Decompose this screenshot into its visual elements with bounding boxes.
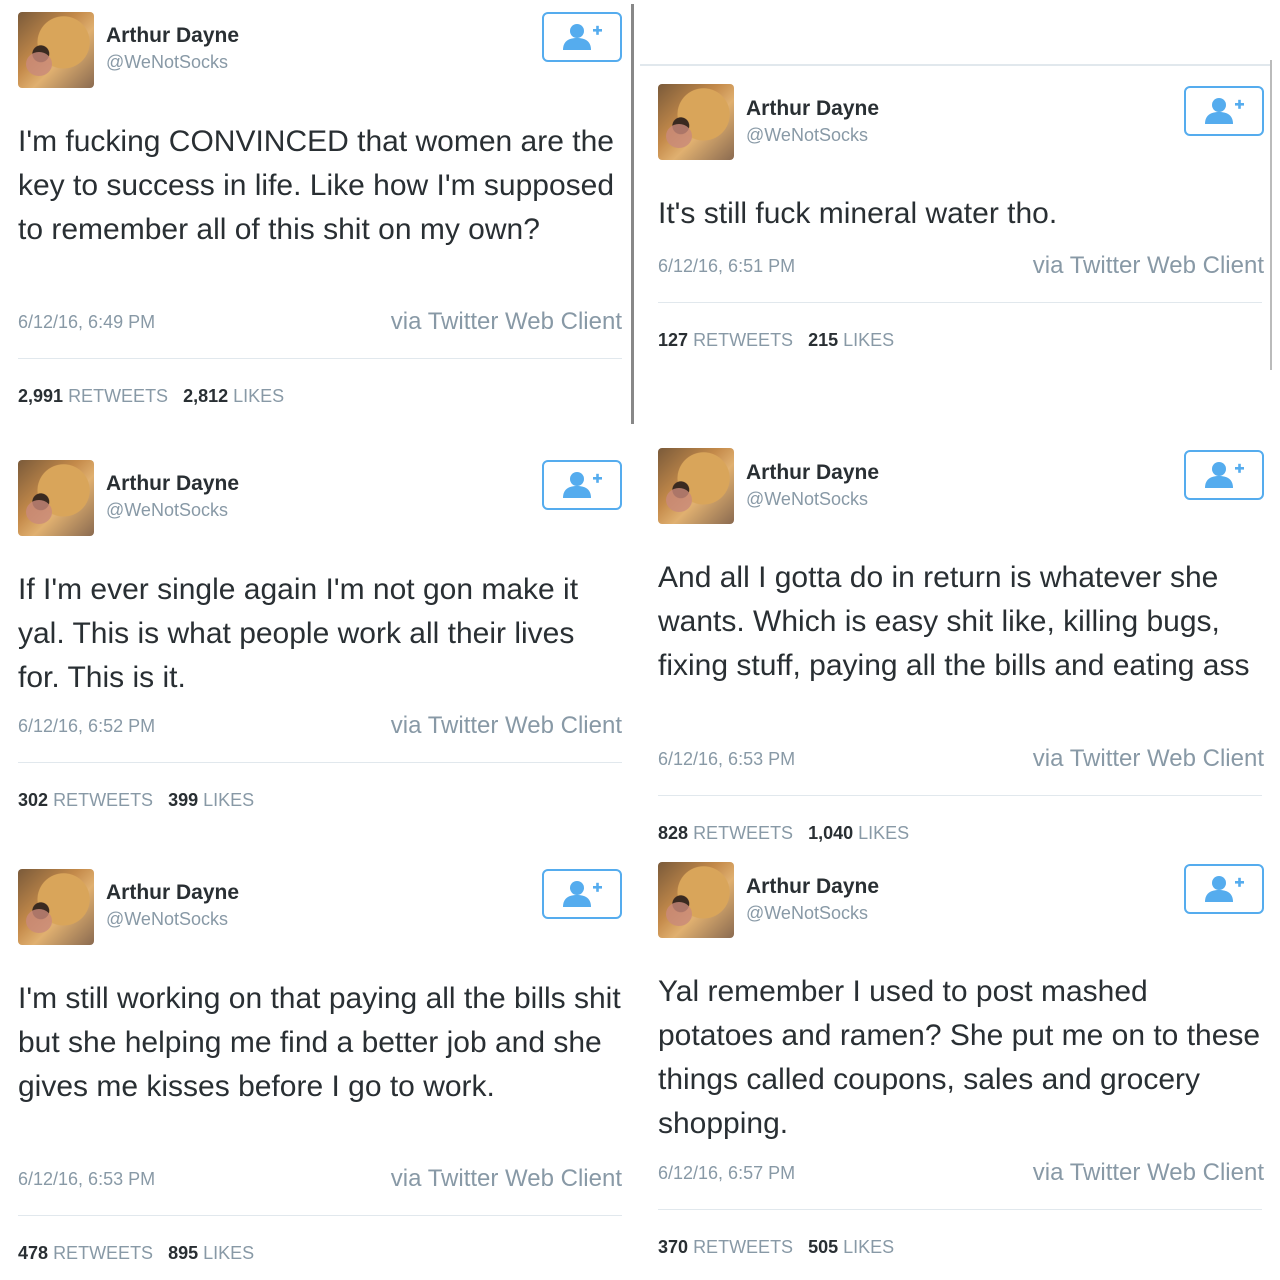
retweets-label[interactable]: RETWEETS xyxy=(53,790,153,810)
panel-divider xyxy=(640,64,1270,66)
retweet-count[interactable]: 302 xyxy=(18,790,48,810)
tweet-timestamp[interactable]: 6/12/16, 6:53 PM xyxy=(658,749,795,770)
tweet-source[interactable]: via Twitter Web Client xyxy=(1033,252,1264,280)
tweet-timestamp[interactable]: 6/12/16, 6:57 PM xyxy=(658,1163,795,1184)
retweets-label[interactable]: RETWEETS xyxy=(68,386,168,406)
follow-button[interactable] xyxy=(542,460,622,510)
retweet-count[interactable]: 828 xyxy=(658,823,688,843)
tweet-stats: 370 RETWEETS 505 LIKES xyxy=(658,1237,894,1258)
follow-button[interactable] xyxy=(542,869,622,919)
user-handle[interactable]: @WeNotSocks xyxy=(746,125,868,146)
retweet-count[interactable]: 127 xyxy=(658,330,688,350)
tweet-timestamp[interactable]: 6/12/16, 6:53 PM xyxy=(18,1169,155,1190)
like-count[interactable]: 399 xyxy=(168,790,198,810)
avatar[interactable] xyxy=(18,869,94,945)
panel-divider xyxy=(1270,60,1272,370)
retweets-label[interactable]: RETWEETS xyxy=(693,823,793,843)
retweet-count[interactable]: 370 xyxy=(658,1237,688,1257)
tweet-stats: 302 RETWEETS 399 LIKES xyxy=(18,790,254,811)
tweet-text: I'm fucking CONVINCED that women are the… xyxy=(18,125,615,246)
like-count[interactable]: 895 xyxy=(168,1243,198,1263)
follow-button[interactable] xyxy=(1184,864,1264,914)
tweet-timestamp[interactable]: 6/12/16, 6:52 PM xyxy=(18,716,155,737)
add-user-icon xyxy=(563,472,602,498)
retweet-count[interactable]: 478 xyxy=(18,1243,48,1263)
tweet-stats: 828 RETWEETS 1,040 LIKES xyxy=(658,823,909,844)
tweet-source[interactable]: via Twitter Web Client xyxy=(391,1165,622,1193)
tweet-timestamp[interactable]: 6/12/16, 6:51 PM xyxy=(658,256,795,277)
tweet-card: Arthur Dayne @WeNotSocks I'm fucking CON… xyxy=(18,10,622,420)
user-name[interactable]: Arthur Dayne xyxy=(106,24,239,48)
follow-button[interactable] xyxy=(1184,86,1264,136)
retweet-count[interactable]: 2,991 xyxy=(18,386,63,406)
divider xyxy=(658,795,1262,796)
like-count[interactable]: 215 xyxy=(808,330,838,350)
divider xyxy=(18,358,622,359)
tweet-text: If I'm ever single again I'm not gon mak… xyxy=(18,573,579,694)
avatar[interactable] xyxy=(658,448,734,524)
tweet-stats: 2,991 RETWEETS 2,812 LIKES xyxy=(18,386,284,407)
retweets-label[interactable]: RETWEETS xyxy=(693,1237,793,1257)
avatar[interactable] xyxy=(658,862,734,938)
follow-button[interactable] xyxy=(1184,450,1264,500)
follow-button[interactable] xyxy=(542,12,622,62)
add-user-icon xyxy=(1205,876,1244,902)
retweets-label[interactable]: RETWEETS xyxy=(53,1243,153,1263)
avatar[interactable] xyxy=(18,12,94,88)
retweets-label[interactable]: RETWEETS xyxy=(693,330,793,350)
tweet-card: Arthur Dayne @WeNotSocks If I'm ever sin… xyxy=(18,458,622,818)
tweet-source[interactable]: via Twitter Web Client xyxy=(391,308,622,336)
add-user-icon xyxy=(563,881,602,907)
user-name[interactable]: Arthur Dayne xyxy=(746,875,879,899)
user-name[interactable]: Arthur Dayne xyxy=(106,881,239,905)
user-name[interactable]: Arthur Dayne xyxy=(746,97,879,121)
likes-label[interactable]: LIKES xyxy=(203,790,254,810)
add-user-icon xyxy=(563,24,602,50)
divider xyxy=(18,1215,622,1216)
tweet-card: Arthur Dayne @WeNotSocks It's still fuck… xyxy=(658,84,1264,364)
tweet-timestamp[interactable]: 6/12/16, 6:49 PM xyxy=(18,312,155,333)
tweet-card: Arthur Dayne @WeNotSocks Yal remember I … xyxy=(658,862,1264,1272)
user-name[interactable]: Arthur Dayne xyxy=(106,472,239,496)
add-user-icon xyxy=(1205,462,1244,488)
tweet-source[interactable]: via Twitter Web Client xyxy=(391,712,622,740)
user-handle[interactable]: @WeNotSocks xyxy=(746,903,868,924)
likes-label[interactable]: LIKES xyxy=(858,823,909,843)
tweet-text: And all I gotta do in return is whatever… xyxy=(658,561,1250,682)
tweet-stats: 478 RETWEETS 895 LIKES xyxy=(18,1243,254,1264)
like-count[interactable]: 505 xyxy=(808,1237,838,1257)
tweet-card: Arthur Dayne @WeNotSocks And all I gotta… xyxy=(658,448,1264,848)
add-user-icon xyxy=(1205,98,1244,124)
tweet-source[interactable]: via Twitter Web Client xyxy=(1033,1159,1264,1187)
avatar[interactable] xyxy=(18,460,94,536)
tweet-card: Arthur Dayne @WeNotSocks I'm still worki… xyxy=(18,867,622,1277)
tweet-source[interactable]: via Twitter Web Client xyxy=(1033,745,1264,773)
user-handle[interactable]: @WeNotSocks xyxy=(106,909,228,930)
tweet-text: I'm still working on that paying all the… xyxy=(18,982,621,1103)
likes-label[interactable]: LIKES xyxy=(843,1237,894,1257)
avatar[interactable] xyxy=(658,84,734,160)
likes-label[interactable]: LIKES xyxy=(233,386,284,406)
tweet-stats: 127 RETWEETS 215 LIKES xyxy=(658,330,894,351)
tweet-text: It's still fuck mineral water tho. xyxy=(658,197,1058,230)
user-handle[interactable]: @WeNotSocks xyxy=(106,500,228,521)
divider xyxy=(658,1209,1262,1210)
user-name[interactable]: Arthur Dayne xyxy=(746,461,879,485)
like-count[interactable]: 1,040 xyxy=(808,823,853,843)
likes-label[interactable]: LIKES xyxy=(203,1243,254,1263)
user-handle[interactable]: @WeNotSocks xyxy=(106,52,228,73)
likes-label[interactable]: LIKES xyxy=(843,330,894,350)
user-handle[interactable]: @WeNotSocks xyxy=(746,489,868,510)
tweet-text: Yal remember I used to post mashed potat… xyxy=(658,975,1261,1140)
like-count[interactable]: 2,812 xyxy=(183,386,228,406)
divider xyxy=(658,302,1262,303)
divider xyxy=(18,762,622,763)
panel-divider xyxy=(631,4,634,424)
